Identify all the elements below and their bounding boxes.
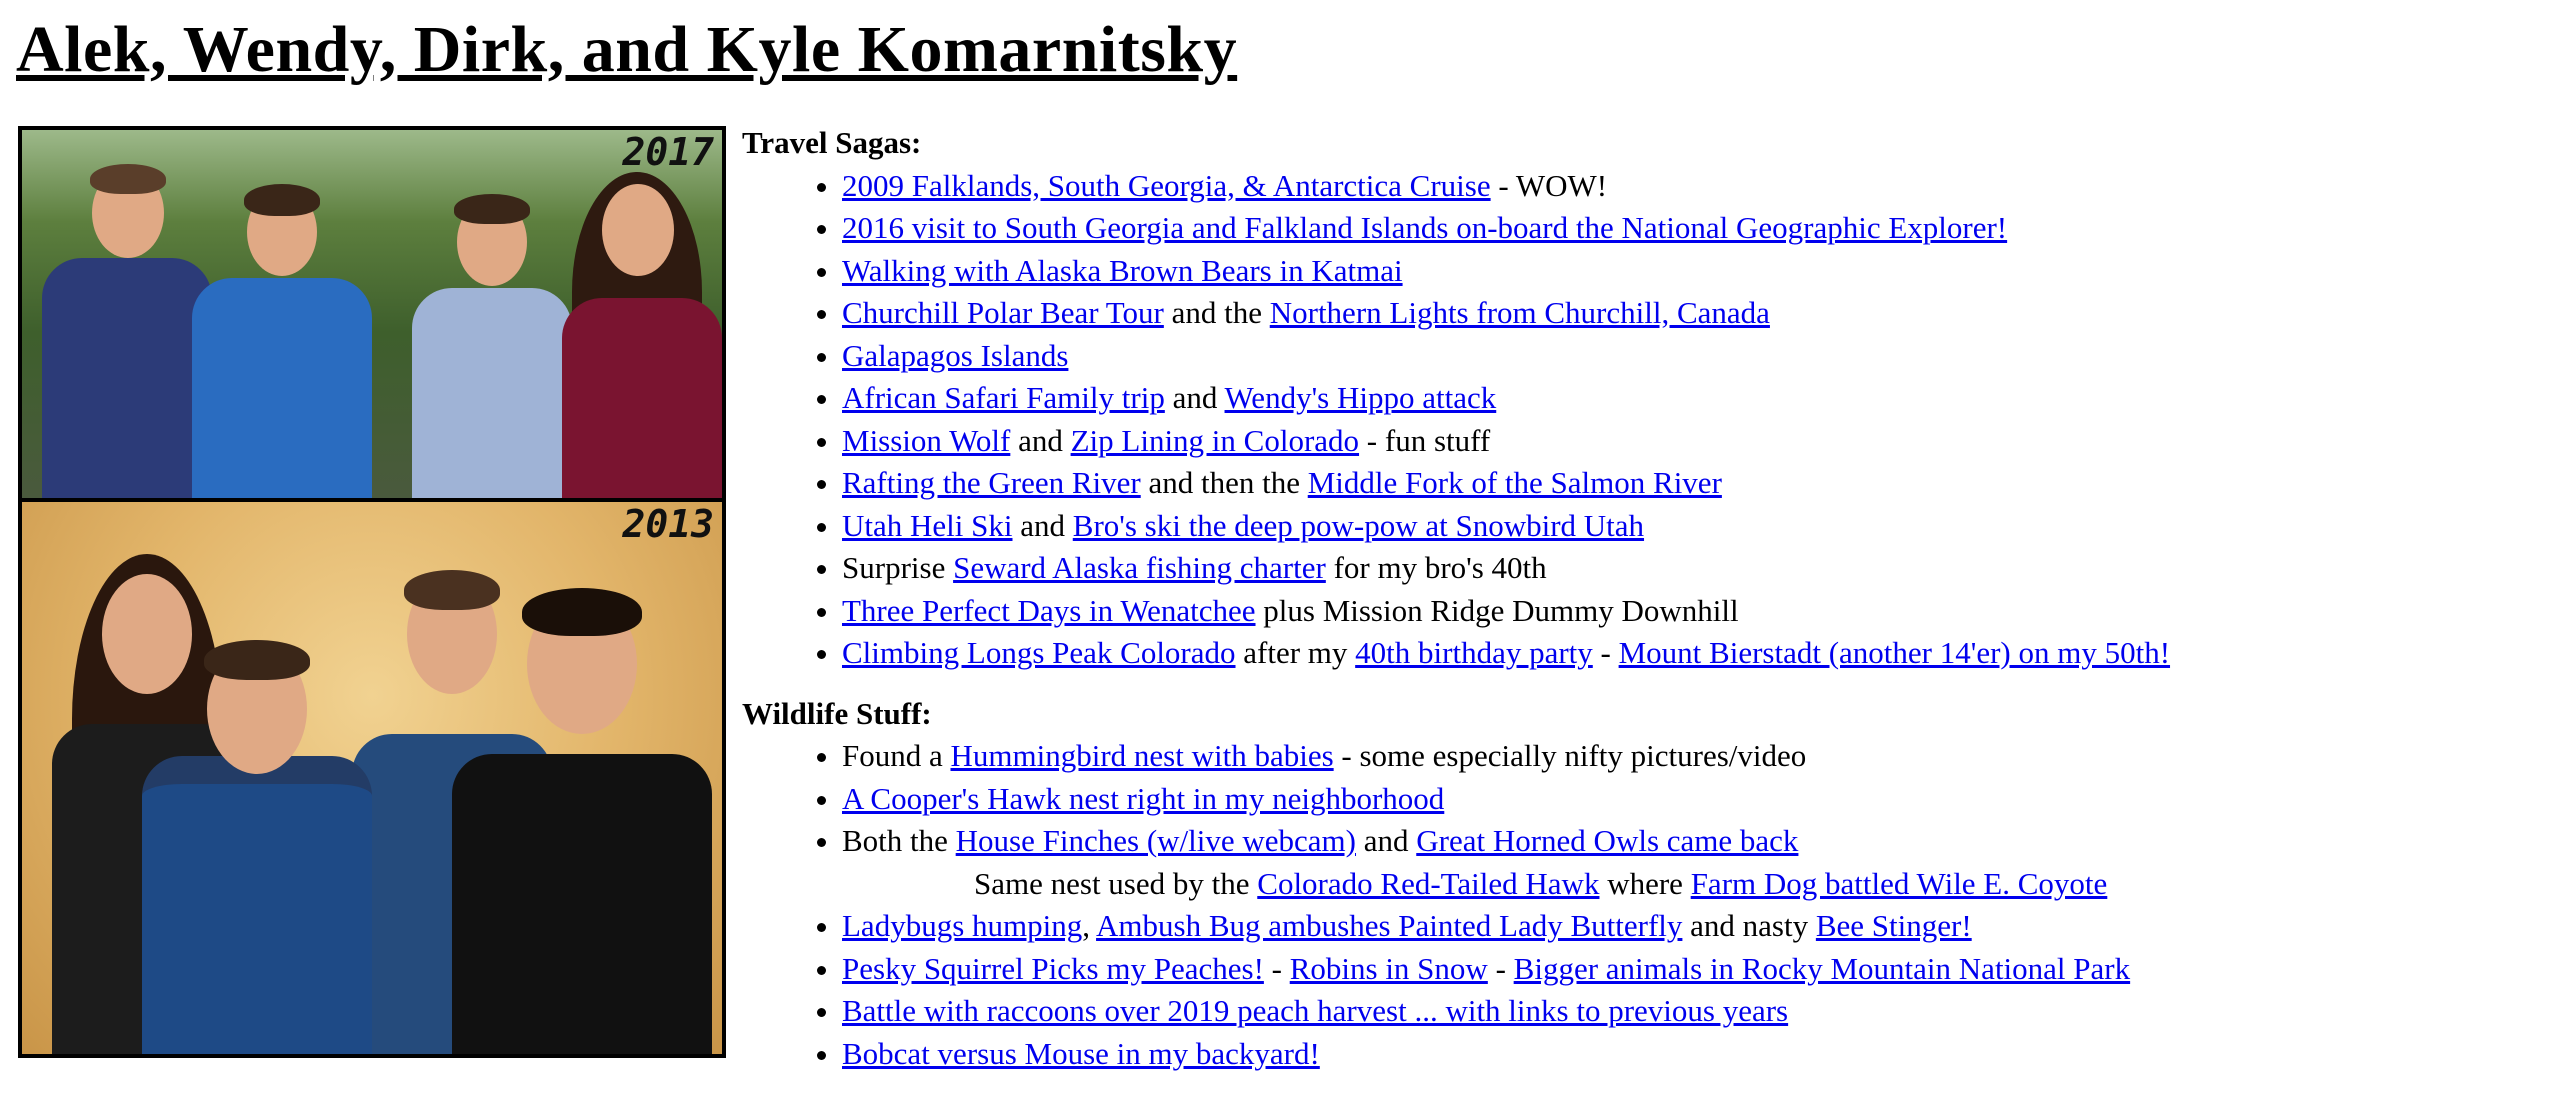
wildlife-list: Found a Hummingbird nest with babies - s… <box>742 735 2542 1075</box>
northern-lights-link[interactable]: Northern Lights from Churchill, Canada <box>1270 295 1770 330</box>
mount-bierstadt-link[interactable]: Mount Bierstadt (another 14'er) on my 50… <box>1619 635 2170 670</box>
coopers-hawk-link[interactable]: A Cooper's Hawk nest right in my neighbo… <box>842 781 1444 816</box>
list-item: 2009 Falklands, South Georgia, & Antarct… <box>842 165 2542 208</box>
list-item: African Safari Family trip and Wendy's H… <box>842 377 2542 420</box>
house-finches-link[interactable]: House Finches (w/live webcam) <box>956 823 1356 858</box>
south-georgia-2016-link[interactable]: 2016 visit to South Georgia and Falkland… <box>842 210 2007 245</box>
list-item: Churchill Polar Bear Tour and the Northe… <box>842 292 2542 335</box>
pesky-squirrel-link[interactable]: Pesky Squirrel Picks my Peaches! <box>842 951 1264 986</box>
list-item: Surprise Seward Alaska fishing charter f… <box>842 547 2542 590</box>
person-figure <box>42 164 212 498</box>
family-photos: 2017 2013 <box>18 126 726 1058</box>
heli-ski-link[interactable]: Utah Heli Ski <box>842 508 1013 543</box>
longs-peak-link[interactable]: Climbing Longs Peak Colorado <box>842 635 1236 670</box>
farm-dog-coyote-link[interactable]: Farm Dog battled Wile E. Coyote <box>1691 866 2108 901</box>
list-item: Battle with raccoons over 2019 peach har… <box>842 990 2542 1033</box>
nest-note: Same nest used by the Colorado Red-Taile… <box>974 865 2108 901</box>
list-item: A Cooper's Hawk nest right in my neighbo… <box>842 778 2542 821</box>
alaska-bears-link[interactable]: Walking with Alaska Brown Bears in Katma… <box>842 253 1403 288</box>
list-item: Rafting the Green River and then the Mid… <box>842 462 2542 505</box>
robins-in-snow-link[interactable]: Robins in Snow <box>1290 951 1488 986</box>
snowbird-link[interactable]: Bro's ski the deep pow-pow at Snowbird U… <box>1073 508 1644 543</box>
person-figure <box>142 640 372 1054</box>
green-river-link[interactable]: Rafting the Green River <box>842 465 1141 500</box>
hummingbird-nest-link[interactable]: Hummingbird nest with babies <box>951 738 1334 773</box>
galapagos-link[interactable]: Galapagos Islands <box>842 338 1068 373</box>
list-item: 2016 visit to South Georgia and Falkland… <box>842 207 2542 250</box>
list-item: Both the House Finches (w/live webcam) a… <box>842 820 2542 863</box>
main-content: Travel Sagas: 2009 Falklands, South Geor… <box>742 122 2542 1093</box>
list-item: Galapagos Islands <box>842 335 2542 378</box>
photo-year-label: 2017 <box>622 130 714 174</box>
list-item: Ladybugs humping, Ambush Bug ambushes Pa… <box>842 905 2542 948</box>
family-photo-2017: 2017 <box>18 126 726 502</box>
wenatchee-link[interactable]: Three Perfect Days in Wenatchee <box>842 593 1256 628</box>
person-figure <box>192 184 372 498</box>
hippo-attack-link[interactable]: Wendy's Hippo attack <box>1225 380 1497 415</box>
polar-bear-tour-link[interactable]: Churchill Polar Bear Tour <box>842 295 1164 330</box>
list-item: Bobcat versus Mouse in my backyard! <box>842 1033 2542 1076</box>
rocky-mountain-animals-link[interactable]: Bigger animals in Rocky Mountain Nationa… <box>1514 951 2130 986</box>
photo-year-label: 2013 <box>622 502 714 546</box>
falklands-cruise-link[interactable]: 2009 Falklands, South Georgia, & Antarct… <box>842 168 1491 203</box>
list-item: Three Perfect Days in Wenatchee plus Mis… <box>842 590 2542 633</box>
bobcat-mouse-link[interactable]: Bobcat versus Mouse in my backyard! <box>842 1036 1320 1071</box>
ladybugs-link[interactable]: Ladybugs humping <box>842 908 1082 943</box>
list-item: Climbing Longs Peak Colorado after my 40… <box>842 632 2542 675</box>
salmon-river-link[interactable]: Middle Fork of the Salmon River <box>1308 465 1722 500</box>
seward-fishing-link[interactable]: Seward Alaska fishing charter <box>953 550 1326 585</box>
family-photo-2013: 2013 <box>18 498 726 1058</box>
red-tailed-hawk-link[interactable]: Colorado Red-Tailed Hawk <box>1257 866 1599 901</box>
ambush-bug-link[interactable]: Ambush Bug ambushes Painted Lady Butterf… <box>1096 908 1682 943</box>
list-item: Found a Hummingbird nest with babies - s… <box>842 735 2542 778</box>
travel-sagas-heading: Travel Sagas: <box>742 125 922 160</box>
page-title: Alek, Wendy, Dirk, and Kyle Komarnitsky <box>16 13 1238 86</box>
african-safari-link[interactable]: African Safari Family trip <box>842 380 1165 415</box>
person-figure <box>562 172 722 498</box>
list-item: Utah Heli Ski and Bro's ski the deep pow… <box>842 505 2542 548</box>
person-figure <box>452 588 712 1054</box>
bee-stinger-link[interactable]: Bee Stinger! <box>1816 908 1972 943</box>
list-item: Walking with Alaska Brown Bears in Katma… <box>842 250 2542 293</box>
birthday-party-link[interactable]: 40th birthday party <box>1355 635 1593 670</box>
wildlife-heading: Wildlife Stuff: <box>742 695 932 731</box>
raccoon-peach-link[interactable]: Battle with raccoons over 2019 peach har… <box>842 993 1788 1028</box>
person-figure <box>412 194 572 498</box>
list-item: Pesky Squirrel Picks my Peaches! - Robin… <box>842 948 2542 991</box>
list-item: Mission Wolf and Zip Lining in Colorado … <box>842 420 2542 463</box>
mission-wolf-link[interactable]: Mission Wolf <box>842 423 1010 458</box>
zip-lining-link[interactable]: Zip Lining in Colorado <box>1071 423 1359 458</box>
travel-sagas-list: 2009 Falklands, South Georgia, & Antarct… <box>742 165 2542 675</box>
great-horned-owls-link[interactable]: Great Horned Owls came back <box>1416 823 1798 858</box>
